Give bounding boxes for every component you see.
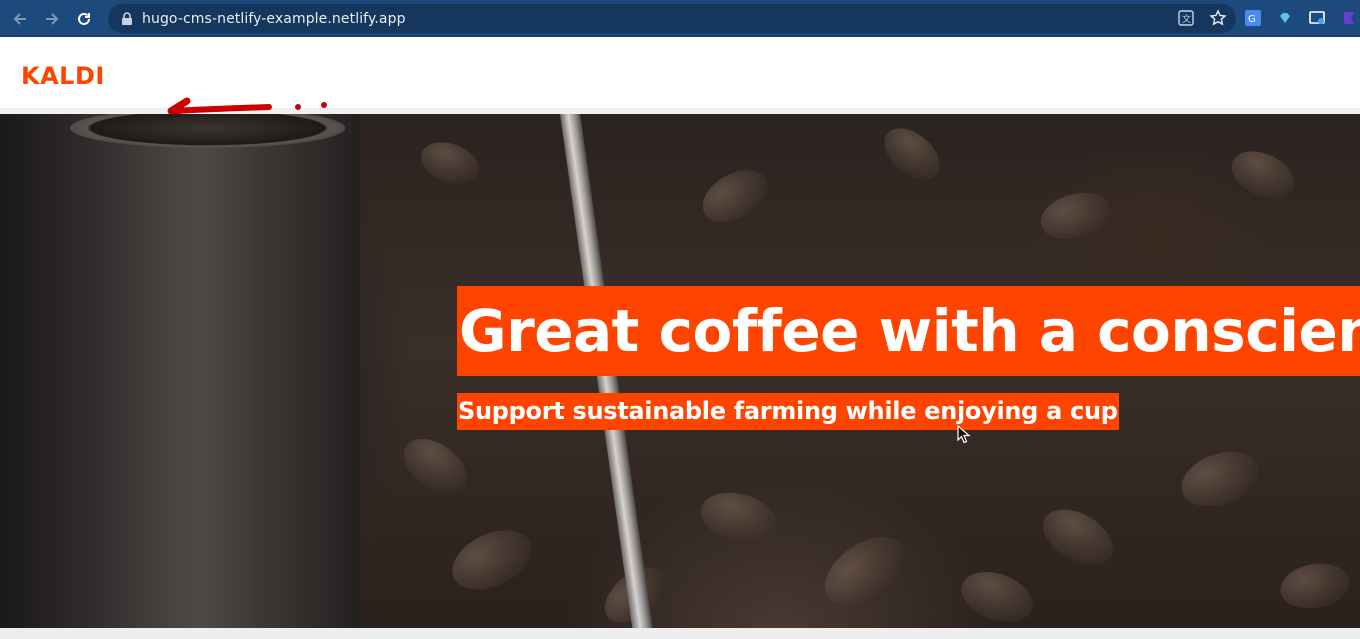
translate-icon[interactable]: 文 (1176, 8, 1196, 28)
coffee-bean (1224, 142, 1302, 208)
coffee-bean (954, 562, 1040, 628)
svg-text:G: G (1248, 14, 1256, 25)
back-button[interactable] (8, 7, 32, 31)
page-bottom-strip (0, 628, 1360, 639)
site-logo[interactable]: KALDI (21, 62, 105, 90)
extension-puzzle-icon[interactable] (1338, 7, 1360, 29)
browser-toolbar: hugo-cms-netlify-example.netlify.app 文 G (0, 0, 1360, 37)
coffee-bean (393, 427, 477, 505)
back-icon (13, 12, 26, 25)
lock-icon (120, 11, 134, 26)
svg-text:文: 文 (1182, 13, 1191, 25)
coffee-bean (1035, 185, 1117, 247)
reload-button[interactable] (72, 7, 96, 31)
hero-banner: Great coffee with a conscience Support s… (0, 114, 1360, 628)
mouse-cursor-icon (957, 425, 971, 444)
forward-button[interactable] (40, 7, 64, 31)
hero-subtitle: Support sustainable farming while enjoyi… (458, 397, 1118, 425)
window-extension-icon[interactable] (1306, 7, 1328, 29)
coffee-bean (1276, 558, 1354, 614)
forward-icon (46, 12, 59, 25)
coffee-bean (415, 134, 485, 192)
coffee-bean (693, 159, 777, 233)
coffee-pot-image (0, 114, 360, 628)
coffee-bean (812, 523, 918, 619)
coffee-bean (695, 484, 783, 552)
address-bar[interactable]: hugo-cms-netlify-example.netlify.app 文 (108, 4, 1236, 33)
coffee-bean (1033, 498, 1123, 576)
site-header: KALDI (0, 37, 1360, 144)
url-text[interactable]: hugo-cms-netlify-example.netlify.app (142, 11, 406, 27)
coffee-bean (442, 518, 542, 602)
coffee-bean (1173, 441, 1267, 517)
extensions-area: G (1242, 7, 1360, 29)
hero-subtitle-box: Support sustainable farming while enjoyi… (457, 393, 1119, 430)
hero-title-box: Great coffee with a conscience (457, 286, 1360, 376)
reload-icon (78, 12, 90, 25)
hero-title: Great coffee with a conscience (459, 297, 1360, 365)
google-translate-extension-icon[interactable]: G (1242, 7, 1264, 29)
gem-extension-icon[interactable] (1274, 7, 1296, 29)
coffee-bean (874, 118, 950, 190)
bookmark-star-icon[interactable] (1208, 8, 1228, 28)
